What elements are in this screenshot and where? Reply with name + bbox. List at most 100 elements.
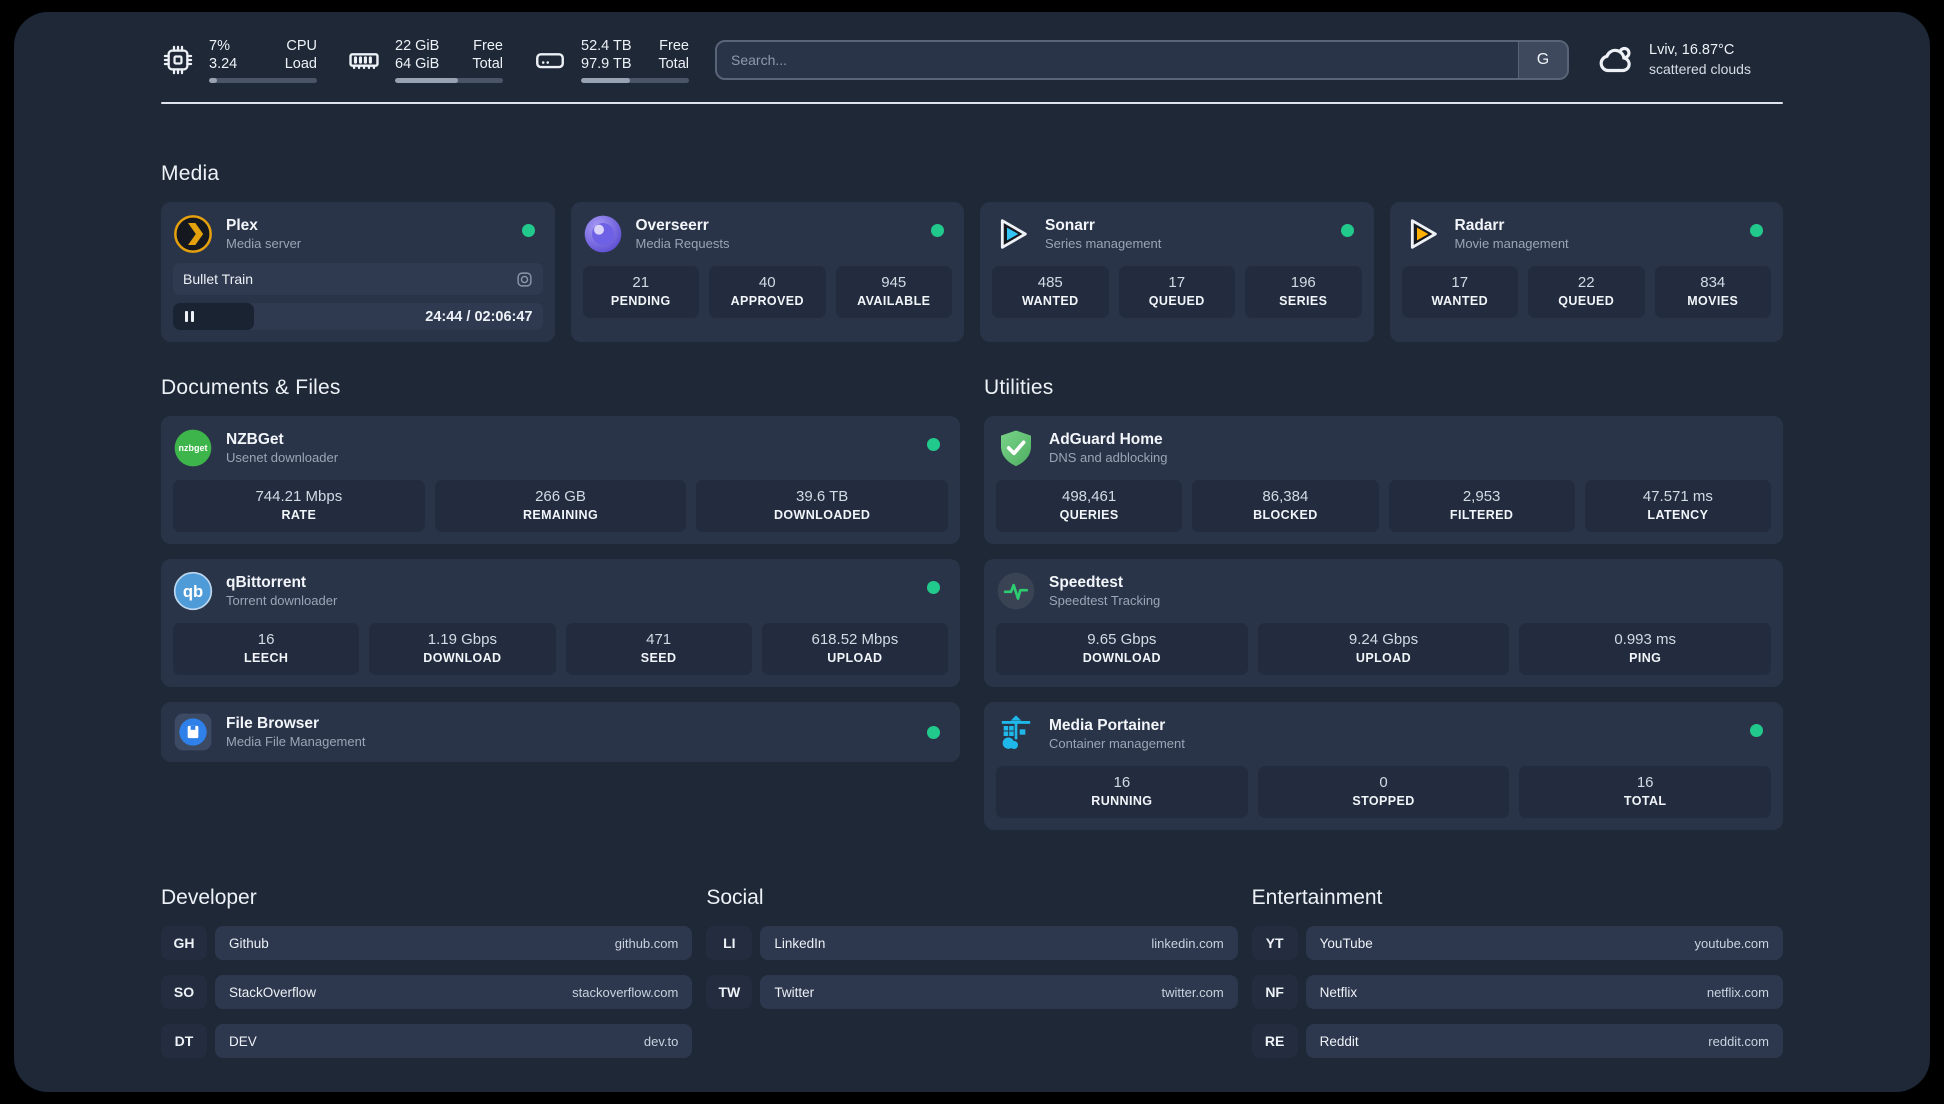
- stat-blocked: 86,384 BLOCKED: [1192, 480, 1379, 532]
- service-card-overseerr[interactable]: Overseerr Media Requests 21 PENDING 40 APP…: [570, 202, 964, 342]
- stat-wanted: 17 WANTED: [1401, 266, 1518, 318]
- cpu-load-label: Load: [284, 56, 317, 72]
- app-description: Container management: [1049, 736, 1185, 751]
- stat-approved: 40 APPROVED: [709, 266, 826, 318]
- weather-widget: Lviv, 16.87°C scattered clouds: [1595, 39, 1783, 81]
- section-title-documents: Documents & Files: [161, 376, 341, 399]
- bookmark-group-title: Developer: [161, 886, 257, 909]
- dashboard-screen: 7% CPU 3.24 Load 22 GiB Free 64 GiB Tota…: [0, 0, 1944, 1104]
- bookmark-abbr: SO: [161, 975, 207, 1009]
- svg-text:qb: qb: [183, 582, 203, 601]
- bookmark-url: linkedin.com: [1151, 935, 1224, 951]
- search-engine-button[interactable]: G: [1518, 42, 1567, 78]
- bookmark-group-social: Social LI LinkedIn linkedin.com TW Twitte…: [706, 886, 1238, 1058]
- bookmark-link-youtube[interactable]: YT YouTube youtube.com: [1251, 926, 1783, 960]
- app-name: NZBGet: [226, 431, 284, 448]
- status-online-dot: [1340, 224, 1354, 237]
- stat-running: 16 RUNNING: [996, 766, 1248, 818]
- cpu-label: CPU: [286, 38, 317, 54]
- search-bar: G: [715, 40, 1569, 80]
- bookmark-name: DEV: [229, 1033, 257, 1049]
- bookmark-link-dev[interactable]: DT DEV dev.to: [161, 1024, 693, 1058]
- qbittorrent-logo-icon: qb: [173, 571, 213, 611]
- stat-upload: 9.24 Gbps UPLOAD: [1257, 623, 1510, 675]
- bookmark-abbr: YT: [1251, 926, 1298, 960]
- bookmark-link-linkedin[interactable]: LI LinkedIn linkedin.com: [706, 926, 1238, 960]
- bookmark-group-title: Social: [706, 886, 764, 909]
- stat-stopped: 0 STOPPED: [1257, 766, 1510, 818]
- disk-progress-bar: [581, 78, 689, 83]
- service-card-speedtest[interactable]: Speedtest Speedtest Tracking 9.65 Gbps DO…: [984, 559, 1783, 687]
- bookmark-group-entertainment: Entertainment YT YouTube youtube.com NF N…: [1251, 886, 1783, 1058]
- service-card-nzbget[interactable]: nzbget NZBGet Usenet downloader 744.21 M…: [161, 416, 960, 544]
- bookmark-name: Github: [229, 935, 269, 951]
- bookmark-abbr: DT: [161, 1024, 207, 1058]
- status-online-dot: [521, 224, 535, 237]
- weather-condition: scattered clouds: [1649, 61, 1751, 77]
- pause-icon: [185, 311, 194, 322]
- ram-icon: [347, 43, 381, 77]
- stat-queued: 22 QUEUED: [1528, 266, 1645, 318]
- bookmark-link-github[interactable]: GH Github github.com: [161, 926, 693, 960]
- bookmark-link-twitter[interactable]: TW Twitter twitter.com: [706, 975, 1238, 1009]
- cpu-load-value: 3.24: [209, 56, 238, 72]
- bookmark-link-reddit[interactable]: RE Reddit reddit.com: [1251, 1024, 1783, 1058]
- bookmark-url: netflix.com: [1706, 984, 1769, 1000]
- service-card-portainer[interactable]: Media Portainer Container management 16 R…: [984, 702, 1783, 830]
- app-name: Plex: [226, 217, 258, 234]
- bookmark-abbr: LI: [706, 926, 753, 960]
- bookmark-name: LinkedIn: [774, 935, 826, 951]
- app-name: File Browser: [226, 715, 320, 732]
- service-card-qbittorrent[interactable]: qb qBittorrent Torrent downloader 16 LEEC…: [161, 559, 960, 687]
- bookmark-link-stackoverflow[interactable]: SO StackOverflow stackoverflow.com: [161, 975, 693, 1009]
- cpu-metric: 7% CPU 3.24 Load: [161, 37, 317, 83]
- app-name: qBittorrent: [226, 574, 307, 591]
- service-card-adguard[interactable]: AdGuard Home DNS and adblocking 498,461 Q…: [984, 416, 1783, 544]
- service-card-sonarr[interactable]: Sonarr Series management 485 WANTED 17 QUE…: [980, 202, 1374, 342]
- stat-queued: 17 QUEUED: [1118, 266, 1235, 318]
- app-description: Media server: [226, 236, 302, 251]
- bookmark-name: Reddit: [1319, 1033, 1359, 1049]
- nzbget-logo-icon: nzbget: [173, 428, 213, 468]
- bookmark-name: Netflix: [1319, 984, 1358, 1000]
- stat-movies: 834 MOVIES: [1654, 266, 1771, 318]
- media-grid: Plex Media server Bullet Train 24:44 / 0…: [161, 202, 1783, 342]
- app-description: DNS and adblocking: [1049, 450, 1168, 465]
- stat-available: 945 AVAILABLE: [835, 266, 952, 318]
- stat-total: 16 TOTAL: [1519, 766, 1772, 818]
- status-online-dot: [1750, 724, 1763, 737]
- stat-pending: 21 PENDING: [582, 266, 699, 318]
- stat-seed: 471 SEED: [565, 623, 752, 675]
- now-playing-row: Bullet Train: [173, 263, 543, 295]
- service-card-filebrowser[interactable]: File Browser Media File Management: [161, 702, 960, 762]
- section-title-media: Media: [161, 162, 220, 185]
- ram-free-value: 22 GiB: [395, 38, 440, 54]
- service-card-plex[interactable]: Plex Media server Bullet Train 24:44 / 0…: [161, 202, 555, 342]
- bookmark-link-netflix[interactable]: NF Netflix netflix.com: [1251, 975, 1783, 1009]
- status-online-dot: [927, 438, 940, 451]
- ram-free-label: Free: [473, 38, 503, 54]
- portainer-logo-icon: [996, 714, 1036, 754]
- app-description: Speedtest Tracking: [1049, 593, 1161, 608]
- header-bar: 7% CPU 3.24 Load 22 GiB Free 64 GiB Tota…: [161, 36, 1783, 84]
- bookmark-abbr: GH: [161, 926, 207, 960]
- search-input[interactable]: [717, 42, 1518, 78]
- filebrowser-logo-icon: [173, 712, 213, 752]
- radarr-logo-icon: [1402, 214, 1442, 254]
- app-description: Media File Management: [226, 734, 366, 749]
- ram-total-label: Total: [472, 56, 503, 72]
- section-title-utilities: Utilities: [984, 376, 1054, 399]
- app-description: Media Requests: [635, 236, 730, 251]
- stat-leech: 16 LEECH: [173, 623, 360, 675]
- bookmark-name: StackOverflow: [229, 984, 317, 1000]
- service-card-radarr[interactable]: Radarr Movie management 17 WANTED 22 QUEUE…: [1389, 202, 1783, 342]
- stat-download: 9.65 Gbps DOWNLOAD: [996, 623, 1248, 675]
- status-online-dot: [1750, 224, 1763, 237]
- app-name: Media Portainer: [1049, 717, 1166, 734]
- overseerr-logo-icon: [583, 214, 623, 254]
- stat-upload: 618.52 Mbps UPLOAD: [761, 623, 948, 675]
- disk-free-value: 52.4 TB: [581, 38, 632, 54]
- stat-series: 196 SERIES: [1245, 266, 1362, 318]
- bookmark-url: stackoverflow.com: [572, 984, 679, 1000]
- cpu-usage-value: 7%: [209, 38, 230, 54]
